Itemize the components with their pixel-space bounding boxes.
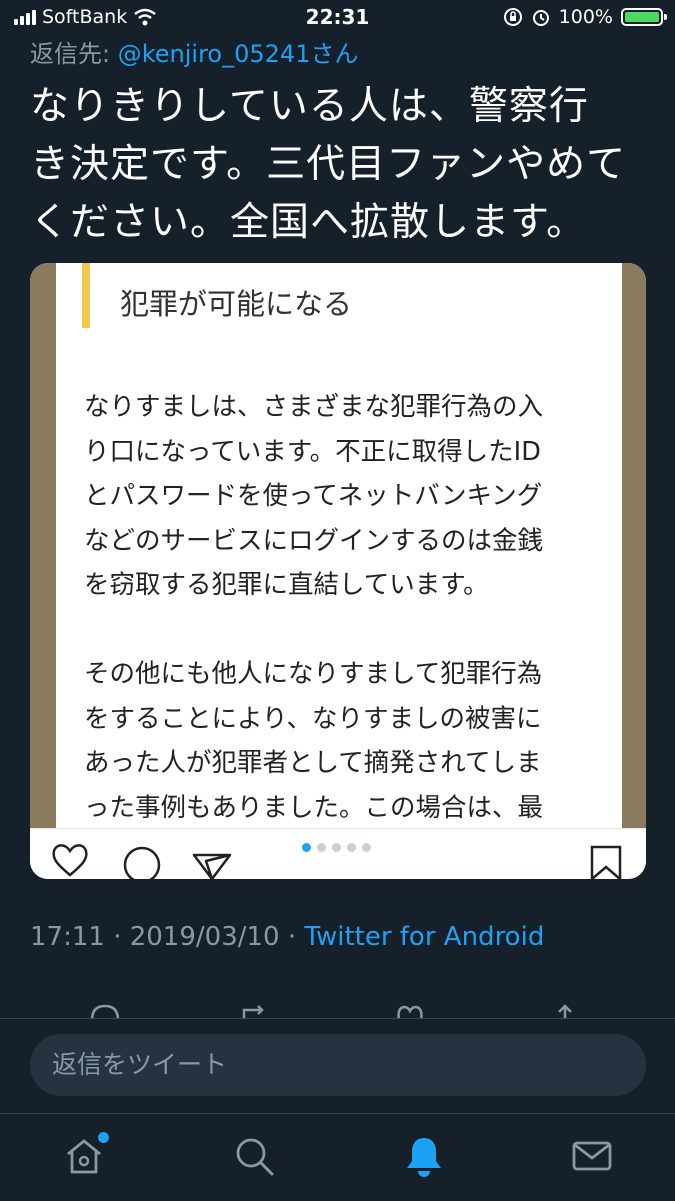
retweet-icon[interactable] — [240, 1000, 270, 1020]
tweet-text: なりきりしている人は、警察行 き決定です。三代目ファンやめて ください。全国へ拡… — [30, 78, 650, 252]
page-dot — [347, 843, 356, 852]
image-text-line: った事例もありました。この場合は、最 — [84, 792, 544, 823]
reply-icon[interactable] — [90, 1000, 120, 1020]
status-bar: SoftBank 22:31 100% — [0, 0, 675, 36]
image-heading: 犯罪が可能になる — [120, 287, 353, 321]
image-text-line: をすることにより、なりすましの被害に — [84, 703, 542, 734]
status-right: 100% — [503, 6, 667, 28]
tweet-line: なりきりしている人は、警察行 — [30, 84, 589, 129]
image-text-line: とパスワードを使ってネットバンキング — [84, 481, 543, 511]
page-dot-active — [302, 843, 311, 852]
image-text-line: を窃取する犯罪に直結しています。 — [84, 570, 489, 600]
image-paragraph-2: その他にも他人になりすまして犯罪行為 をすることにより、なりすましの被害に あっ… — [84, 652, 624, 830]
reply-to-handle[interactable]: @kenjiro_05241さん — [118, 40, 359, 68]
image-action-bar — [30, 828, 646, 879]
tweet-line: き決定です。三代目ファンやめて — [30, 142, 627, 187]
alarm-icon — [532, 10, 549, 26]
page-indicator — [302, 843, 371, 852]
battery-percent: 100% — [558, 6, 613, 28]
image-text-line: などのサービスにログインするのは金銭 — [84, 525, 544, 556]
comment-icon[interactable] — [122, 839, 162, 879]
image-paragraph-1: なりすましは、さまざまな犯罪行為の入 り口になっています。不正に取得したID と… — [84, 385, 624, 608]
heading-accent-bar — [82, 263, 90, 328]
tweet-meta: 17:11 · 2019/03/10 · Twitter for Android — [30, 922, 544, 952]
new-tweets-dot — [98, 1132, 109, 1143]
search-icon — [236, 1138, 274, 1176]
tweet-line: ください。全国へ拡散します。 — [30, 200, 587, 245]
tweet-client[interactable]: Twitter for Android — [304, 922, 544, 952]
messages-icon — [572, 1141, 612, 1171]
image-text-line: その他にも他人になりすまして犯罪行為 — [84, 659, 543, 689]
page-dot — [362, 843, 371, 852]
tab-bar — [0, 1113, 675, 1201]
battery-icon — [621, 8, 667, 26]
image-text-line: あった人が犯罪者として摘発されてしま — [84, 748, 542, 778]
tab-messages[interactable] — [570, 1134, 614, 1178]
tab-home[interactable] — [62, 1132, 109, 1178]
reply-to: 返信先: @kenjiro_05241さん — [30, 34, 358, 69]
tab-notifications[interactable] — [402, 1134, 446, 1178]
reply-input[interactable]: 返信をツイート — [30, 1034, 646, 1096]
image-text-line: なりすましは、さまざまな犯罪行為の入 — [84, 392, 544, 422]
rotation-lock-icon — [503, 8, 522, 26]
bookmark-icon[interactable] — [586, 839, 626, 879]
page-dot — [332, 843, 341, 852]
divider — [0, 1018, 675, 1019]
tab-search[interactable] — [232, 1134, 276, 1178]
media-image[interactable]: 犯罪が可能になる なりすましは、さまざまな犯罪行為の入 り口になっています。不正… — [30, 263, 646, 879]
tweet-timestamp: 17:11 · 2019/03/10 · — [30, 922, 297, 952]
heart-icon[interactable] — [50, 839, 90, 879]
share-icon[interactable] — [550, 1000, 580, 1020]
reply-to-label: 返信先: — [30, 40, 111, 68]
like-icon[interactable] — [395, 1000, 425, 1020]
notifications-icon — [407, 1138, 441, 1177]
send-icon[interactable] — [192, 839, 232, 879]
image-border-left — [30, 263, 56, 829]
page-dot — [317, 843, 326, 852]
image-border-right — [622, 263, 646, 829]
image-text-line: り口になっています。不正に取得したID — [84, 436, 541, 467]
